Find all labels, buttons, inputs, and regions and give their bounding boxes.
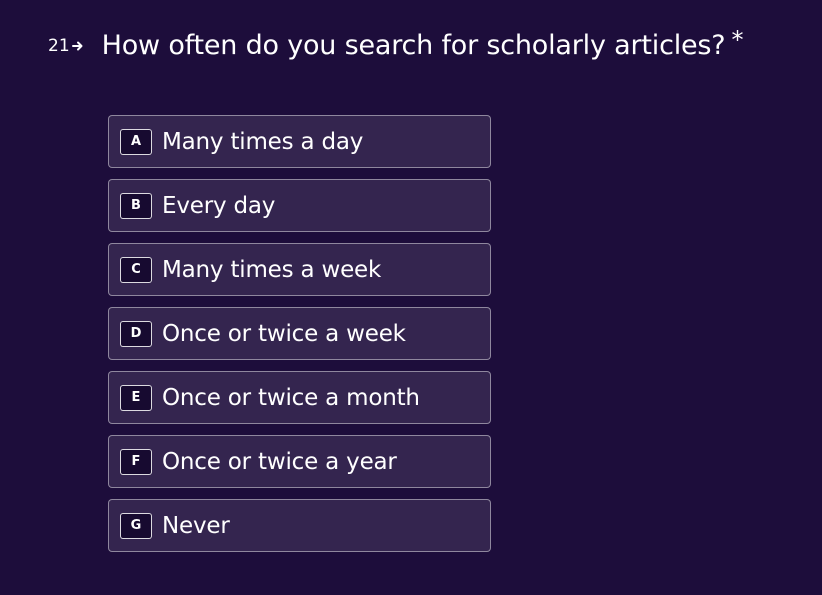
choice-b[interactable]: B Every day xyxy=(108,179,491,232)
question-number: 21 xyxy=(48,36,100,56)
choice-key: B xyxy=(120,192,152,219)
arrow-right-icon xyxy=(71,39,86,53)
choice-key: A xyxy=(120,128,152,155)
choice-e[interactable]: E Once or twice a month xyxy=(108,371,491,424)
choice-label: Once or twice a year xyxy=(162,448,397,475)
choice-label: Once or twice a week xyxy=(162,320,406,347)
choice-label: Once or twice a month xyxy=(162,384,420,411)
choice-a[interactable]: A Many times a day xyxy=(108,115,491,168)
choice-key: G xyxy=(120,512,152,539)
question-number-text: 21 xyxy=(48,35,70,56)
choice-c[interactable]: C Many times a week xyxy=(108,243,491,296)
choice-d[interactable]: D Once or twice a week xyxy=(108,307,491,360)
choice-key: C xyxy=(120,256,152,283)
choice-key: E xyxy=(120,384,152,411)
choice-label: Every day xyxy=(162,192,276,219)
question-header: 21 How often do you search for scholarly… xyxy=(48,26,743,62)
question-text: How often do you search for scholarly ar… xyxy=(101,30,726,61)
choice-f[interactable]: F Once or twice a year xyxy=(108,435,491,488)
choice-list: A Many times a day B Every day C Many ti… xyxy=(108,115,491,563)
choice-key: F xyxy=(120,448,152,475)
choice-label: Many times a week xyxy=(162,256,382,283)
choice-label: Never xyxy=(162,512,230,539)
required-marker: * xyxy=(731,25,744,54)
choice-label: Many times a day xyxy=(162,128,364,155)
choice-g[interactable]: G Never xyxy=(108,499,491,552)
choice-key: D xyxy=(120,320,152,347)
